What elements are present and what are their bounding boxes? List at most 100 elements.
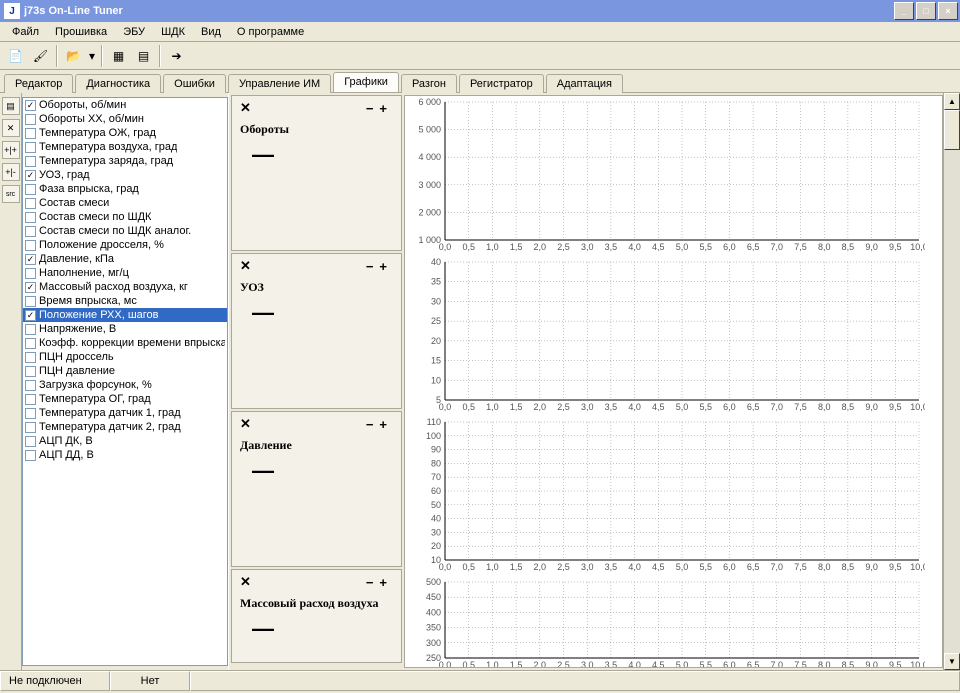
- tabbar: РедакторДиагностикаОшибкиУправление ИМГр…: [0, 70, 960, 92]
- param-row[interactable]: Температура ОГ, град: [23, 392, 227, 406]
- param-row[interactable]: Обороты ХХ, об/мин: [23, 112, 227, 126]
- tab-0[interactable]: Редактор: [4, 74, 73, 93]
- close-graph-button[interactable]: ✕: [240, 258, 251, 274]
- tab-1[interactable]: Диагностика: [75, 74, 161, 93]
- parameter-list[interactable]: ✓Обороты, об/минОбороты ХХ, об/минТемпер…: [22, 97, 228, 666]
- plus-button[interactable]: +: [379, 259, 393, 274]
- param-row[interactable]: Температура датчик 2, град: [23, 420, 227, 434]
- checkbox[interactable]: ✓: [25, 310, 36, 321]
- param-row[interactable]: Положение дросселя, %: [23, 238, 227, 252]
- checkbox[interactable]: [25, 408, 36, 419]
- maximize-button[interactable]: □: [916, 2, 936, 20]
- scroll-thumb[interactable]: [944, 110, 960, 150]
- param-row[interactable]: ПЦН дроссель: [23, 350, 227, 364]
- param-row[interactable]: Наполнение, мг/ц: [23, 266, 227, 280]
- next-button[interactable]: ➔: [165, 45, 188, 67]
- param-row[interactable]: Состав смеси: [23, 196, 227, 210]
- param-row[interactable]: Состав смеси по ШДК: [23, 210, 227, 224]
- tool-b-button[interactable]: ▤: [132, 45, 155, 67]
- checkbox[interactable]: [25, 128, 36, 139]
- checkbox[interactable]: [25, 198, 36, 209]
- minus-button[interactable]: −: [366, 575, 380, 590]
- param-row[interactable]: АЦП ДК, В: [23, 434, 227, 448]
- menu-0[interactable]: Файл: [4, 24, 47, 40]
- tab-5[interactable]: Разгон: [401, 74, 457, 93]
- tab-7[interactable]: Адаптация: [546, 74, 623, 93]
- param-row[interactable]: Температура заряда, град: [23, 154, 227, 168]
- checkbox[interactable]: [25, 352, 36, 363]
- menu-4[interactable]: Вид: [193, 24, 229, 40]
- plus-button[interactable]: +: [379, 417, 393, 432]
- minus-button[interactable]: −: [366, 259, 380, 274]
- param-row[interactable]: Температура датчик 1, град: [23, 406, 227, 420]
- checkbox[interactable]: [25, 366, 36, 377]
- scroll-up-button[interactable]: ▲: [944, 93, 960, 110]
- close-graph-button[interactable]: ✕: [240, 100, 251, 116]
- close-graph-button[interactable]: ✕: [240, 416, 251, 432]
- param-row[interactable]: Фаза впрыска, град: [23, 182, 227, 196]
- minus-button[interactable]: −: [366, 101, 380, 116]
- menu-3[interactable]: ШДК: [153, 24, 193, 40]
- checkbox[interactable]: [25, 156, 36, 167]
- scroll-down-button[interactable]: ▼: [944, 653, 960, 670]
- menu-2[interactable]: ЭБУ: [115, 24, 153, 40]
- param-row[interactable]: ПЦН давление: [23, 364, 227, 378]
- checkbox[interactable]: [25, 268, 36, 279]
- param-row[interactable]: Напряжение, В: [23, 322, 227, 336]
- param-row[interactable]: ✓Положение РХХ, шагов: [23, 308, 227, 322]
- sidetool-list-icon[interactable]: ▤: [2, 97, 20, 115]
- checkbox[interactable]: [25, 114, 36, 125]
- checkbox[interactable]: [25, 324, 36, 335]
- checkbox[interactable]: ✓: [25, 254, 36, 265]
- param-row[interactable]: Коэфф. коррекции времени впрыска: [23, 336, 227, 350]
- checkbox[interactable]: [25, 380, 36, 391]
- plus-button[interactable]: +: [379, 101, 393, 116]
- checkbox[interactable]: [25, 394, 36, 405]
- sidetool-close-icon[interactable]: ✕: [2, 119, 20, 137]
- menu-1[interactable]: Прошивка: [47, 24, 115, 40]
- checkbox[interactable]: [25, 212, 36, 223]
- vertical-scrollbar[interactable]: ▲ ▼: [943, 93, 960, 670]
- checkbox[interactable]: [25, 240, 36, 251]
- param-row[interactable]: Температура ОЖ, град: [23, 126, 227, 140]
- sidetool-reset-icon[interactable]: src: [2, 185, 20, 203]
- tab-4[interactable]: Графики: [333, 72, 399, 92]
- tool-a-button[interactable]: ▦: [107, 45, 130, 67]
- checkbox[interactable]: [25, 338, 36, 349]
- checkbox[interactable]: [25, 226, 36, 237]
- checkbox[interactable]: ✓: [25, 170, 36, 181]
- tab-2[interactable]: Ошибки: [163, 74, 226, 93]
- checkbox[interactable]: [25, 184, 36, 195]
- open-dropdown[interactable]: ▾: [87, 45, 97, 67]
- param-row[interactable]: Время впрыска, мс: [23, 294, 227, 308]
- sidetool-zoom-out-icon[interactable]: +|-: [2, 163, 20, 181]
- checkbox[interactable]: [25, 422, 36, 433]
- close-graph-button[interactable]: ✕: [240, 574, 251, 590]
- new-button[interactable]: 📄: [4, 45, 27, 67]
- param-row[interactable]: ✓УОЗ, град: [23, 168, 227, 182]
- checkbox[interactable]: [25, 142, 36, 153]
- param-row[interactable]: Температура воздуха, град: [23, 140, 227, 154]
- param-row[interactable]: Загрузка форсунок, %: [23, 378, 227, 392]
- sidetool-zoom-in-icon[interactable]: +|+: [2, 141, 20, 159]
- plus-button[interactable]: +: [379, 575, 393, 590]
- checkbox[interactable]: [25, 450, 36, 461]
- minimize-button[interactable]: _: [894, 2, 914, 20]
- menu-5[interactable]: О программе: [229, 24, 312, 40]
- open-button[interactable]: 📂: [62, 45, 85, 67]
- close-button[interactable]: ×: [938, 2, 958, 20]
- param-row[interactable]: ✓Давление, кПа: [23, 252, 227, 266]
- checkbox[interactable]: [25, 436, 36, 447]
- tab-6[interactable]: Регистратор: [459, 74, 544, 93]
- minus-button[interactable]: −: [366, 417, 380, 432]
- checkbox[interactable]: ✓: [25, 282, 36, 293]
- svg-text:70: 70: [431, 472, 441, 482]
- tab-3[interactable]: Управление ИМ: [228, 74, 331, 93]
- param-row[interactable]: АЦП ДД, В: [23, 448, 227, 462]
- param-row[interactable]: ✓Обороты, об/мин: [23, 98, 227, 112]
- param-row[interactable]: ✓Массовый расход воздуха, кг: [23, 280, 227, 294]
- param-row[interactable]: Состав смеси по ШДК аналог.: [23, 224, 227, 238]
- checkbox[interactable]: [25, 296, 36, 307]
- refresh-button[interactable]: 🖌: [29, 45, 52, 67]
- checkbox[interactable]: ✓: [25, 100, 36, 111]
